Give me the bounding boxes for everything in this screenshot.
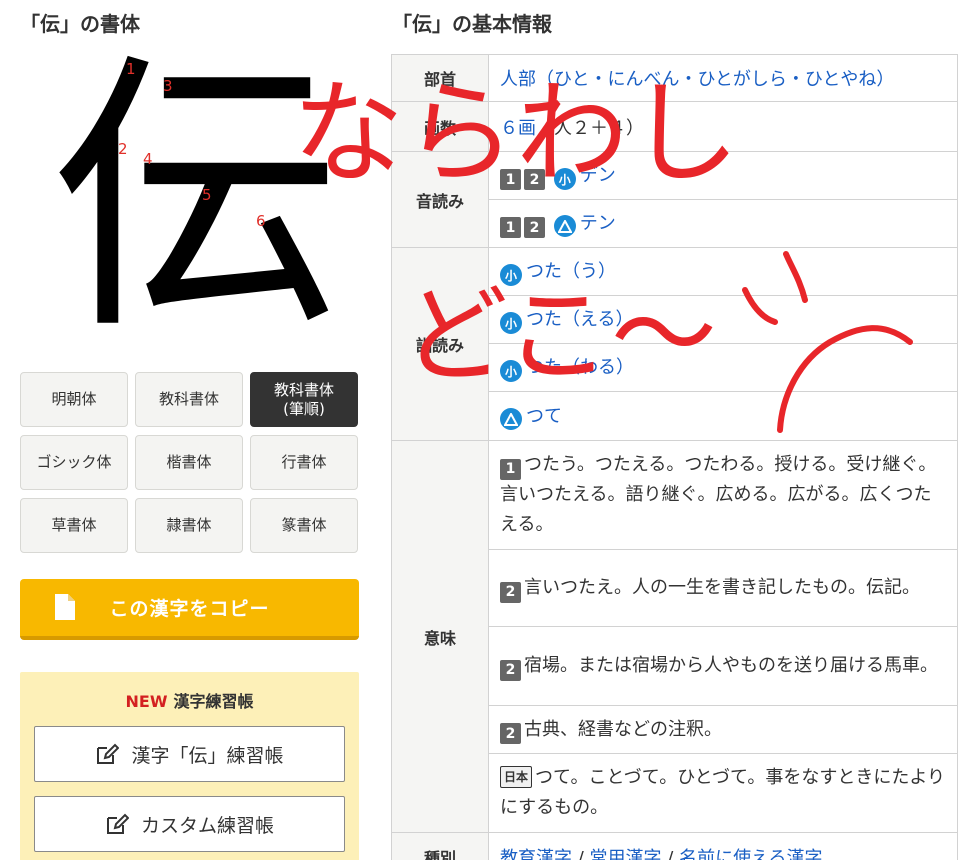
practice-heading: NEW 漢字練習帳 xyxy=(20,688,359,712)
onyomi-row: 12 テン xyxy=(488,199,958,248)
bushu-link[interactable]: 人部（ひと・にんべん・ひとがしら・ひとやね） xyxy=(500,69,894,90)
font-button-kyokasho[interactable]: 教科書体 xyxy=(135,372,243,427)
shubetsu-row: 教育漢字 / 常用漢字 / 名前に使える漢字 xyxy=(488,832,958,860)
custom-practice-button[interactable]: カスタム練習帳 xyxy=(34,796,345,852)
meaning-text: 宿場。または宿場から人やものを送り届ける馬車。 xyxy=(524,655,938,676)
elementary-badge: 小 xyxy=(500,360,522,383)
kanji-stroke-figure: 伝 1 2 3 4 5 6 xyxy=(20,29,360,369)
font-button-mincho[interactable]: 明朝体 xyxy=(20,372,128,427)
separator: / xyxy=(577,847,584,860)
font-style-grid: 明朝体 教科書体 教科書体 (筆順) ゴシック体 楷書体 行書体 草書体 隷書体… xyxy=(20,372,360,553)
meaning-row: 2 古典、経書などの注釈。 xyxy=(488,705,958,754)
grade-badge: 1 xyxy=(500,169,521,191)
grade-badge: 2 xyxy=(524,217,545,239)
kakusu-header: 画数 xyxy=(391,101,489,152)
copy-kanji-button[interactable]: この漢字をコピー xyxy=(20,579,359,640)
meaning-text: 古典、経書などの注釈。 xyxy=(524,718,722,740)
font-button-gothic[interactable]: ゴシック体 xyxy=(20,435,128,490)
custom-practice-label: カスタム練習帳 xyxy=(140,814,274,837)
triangle-icon xyxy=(553,215,576,238)
imi-header: 意味 xyxy=(391,440,489,833)
onyomi-reading-link[interactable]: テン xyxy=(580,213,616,234)
meaning-row: 2 宿場。または宿場から人やものを送り届ける馬車。 xyxy=(488,626,958,706)
font-button-reisho[interactable]: 隷書体 xyxy=(135,498,243,553)
onyomi-header: 音読み xyxy=(391,151,489,248)
kunyomi-reading-link[interactable]: つた（わる） xyxy=(526,357,634,378)
kakusu-link[interactable]: ６画 xyxy=(500,118,536,139)
meaning-text: つて。ことづて。ひとづて。事をなすときにたよりにするもの。 xyxy=(500,767,946,818)
stroke-number: 6 xyxy=(256,212,266,230)
kanji-practice-label: 漢字「伝」練習帳 xyxy=(131,744,284,767)
meaning-row: 2 言いつたえ。人の一生を書き記したもの。伝記。 xyxy=(488,549,958,627)
kunyomi-reading-link[interactable]: つた（える） xyxy=(526,309,633,330)
kunyomi-row: 小つた（う） xyxy=(488,247,958,296)
separator: / xyxy=(667,847,674,860)
stroke-number: 2 xyxy=(118,140,128,158)
edit-icon xyxy=(97,743,120,764)
kanji-practice-button[interactable]: 漢字「伝」練習帳 xyxy=(34,726,345,782)
grade-badge: 2 xyxy=(500,723,521,744)
font-button-sosho[interactable]: 草書体 xyxy=(20,498,128,553)
font-button-gyosho[interactable]: 行書体 xyxy=(250,435,358,490)
stroke-number: 4 xyxy=(143,150,153,168)
elementary-badge: 小 xyxy=(500,264,522,287)
meaning-text: つたう。つたえる。つたわる。授ける。受け継ぐ。言いつたえる。語り継ぐ。広める。広… xyxy=(500,454,937,535)
elementary-badge: 小 xyxy=(500,312,522,335)
kunyomi-row: つて xyxy=(488,391,958,441)
new-badge: NEW xyxy=(125,692,168,711)
bushu-header: 部首 xyxy=(391,54,489,102)
meaning-text: 言いつたえ。人の一生を書き記したもの。伝記。 xyxy=(524,577,920,598)
shubetsu-header: 種別 xyxy=(391,832,489,860)
stroke-number: 5 xyxy=(202,186,212,204)
kanji-stroke-svg: 伝 1 2 3 4 5 6 xyxy=(50,29,342,369)
grade-badge: 2 xyxy=(524,169,545,191)
japan-badge: 日本 xyxy=(500,766,533,788)
onyomi-reading-link[interactable]: デン xyxy=(580,165,616,186)
meaning-row: 1 つたう。つたえる。つたわる。授ける。受け継ぐ。言いつたえる。語り継ぐ。広める。… xyxy=(488,440,958,550)
font-button-tensho[interactable]: 篆書体 xyxy=(250,498,358,553)
joyo-kanji-link[interactable]: 常用漢字 xyxy=(590,848,662,860)
kunyomi-reading-link[interactable]: つた（う） xyxy=(526,261,616,282)
edit-icon xyxy=(106,813,129,834)
grade-badge: 1 xyxy=(500,458,521,480)
font-button-kyokasho-stroke-order[interactable]: 教科書体 (筆順) xyxy=(250,372,358,427)
stroke-number: 1 xyxy=(126,60,136,78)
fonts-section-title: 「伝」の書体 xyxy=(20,12,140,36)
practice-notebook-panel: NEW 漢字練習帳 漢字「伝」練習帳 カスタム練習帳 xyxy=(20,672,359,860)
kunyomi-row: 小つた（える） xyxy=(488,295,958,344)
copy-button-label: この漢字をコピー xyxy=(109,598,270,620)
font-button-kaisho[interactable]: 楷書体 xyxy=(135,435,243,490)
grade-badge: 2 xyxy=(500,581,521,603)
kanji-glyph: 伝 xyxy=(50,52,342,352)
kunyomi-row: 小つた（わる） xyxy=(488,343,958,392)
elementary-badge: 小 xyxy=(553,168,576,191)
stroke-number: 3 xyxy=(163,77,173,95)
document-icon xyxy=(55,594,75,620)
grade-badge: 1 xyxy=(500,217,521,239)
kyoiku-kanji-link[interactable]: 教育漢字 xyxy=(500,848,572,860)
kakusu-detail: （人２＋４） xyxy=(536,117,644,139)
triangle-icon xyxy=(500,408,522,431)
onyomi-row: 12 小デン xyxy=(488,151,958,200)
grade-badge: 2 xyxy=(500,659,521,681)
info-section-title: 「伝」の基本情報 xyxy=(392,12,552,36)
practice-heading-text: 漢字練習帳 xyxy=(173,692,254,711)
kunyomi-header: 訓読み xyxy=(391,247,489,441)
kanji-info-table: 部首 人部（ひと・にんべん・ひとがしら・ひとやね） 画数 ６画（人２＋４） 音読… xyxy=(391,54,958,860)
kunyomi-reading-link[interactable]: つて xyxy=(526,406,562,427)
meaning-row: 日本 つて。ことづて。ひとづて。事をなすときにたよりにするもの。 xyxy=(488,753,958,833)
jinmeiyo-kanji-link[interactable]: 名前に使える漢字 xyxy=(679,848,822,860)
